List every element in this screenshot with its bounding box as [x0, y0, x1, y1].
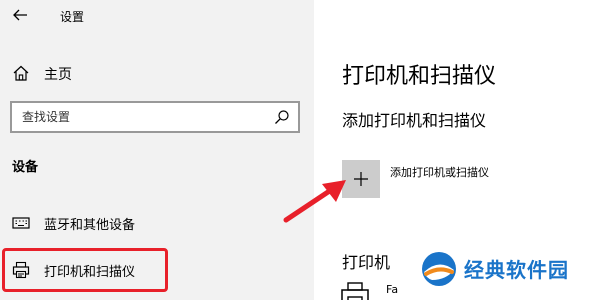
page-title: 打印机和扫描仪	[342, 64, 497, 89]
plus-icon	[353, 171, 369, 187]
printer-list-item[interactable]: Fa	[386, 283, 398, 296]
window-title: 设置	[60, 10, 85, 24]
sidebar-item-label: 主页	[44, 67, 72, 83]
home-icon	[12, 64, 30, 82]
logo-icon	[420, 250, 458, 288]
settings-sidebar: 设置 主页 设备 蓝牙和其他设备	[0, 0, 314, 300]
sidebar-item-home[interactable]: 主页	[0, 56, 314, 90]
keyboard-icon	[12, 214, 30, 232]
watermark-badge: 经典软件园	[420, 248, 600, 292]
printer-icon	[340, 282, 370, 300]
search-input[interactable]	[22, 108, 262, 126]
add-printer-label[interactable]: 添加打印机或扫描仪	[390, 164, 489, 180]
title-bar: 设置	[0, 0, 314, 32]
search-icon[interactable]	[274, 109, 290, 125]
pointer-arrow	[283, 180, 346, 223]
sidebar-item-label: 蓝牙和其他设备	[44, 218, 136, 233]
printers-heading: 打印机	[342, 253, 391, 272]
highlight-box	[2, 248, 168, 292]
watermark-text: 经典软件园	[464, 258, 569, 282]
sidebar-item-bluetooth[interactable]: 蓝牙和其他设备	[0, 202, 314, 242]
section-subtitle: 添加打印机和扫描仪	[342, 111, 487, 130]
section-title-devices: 设备	[12, 160, 39, 175]
back-arrow-icon[interactable]	[11, 6, 29, 24]
search-box[interactable]	[10, 101, 300, 133]
